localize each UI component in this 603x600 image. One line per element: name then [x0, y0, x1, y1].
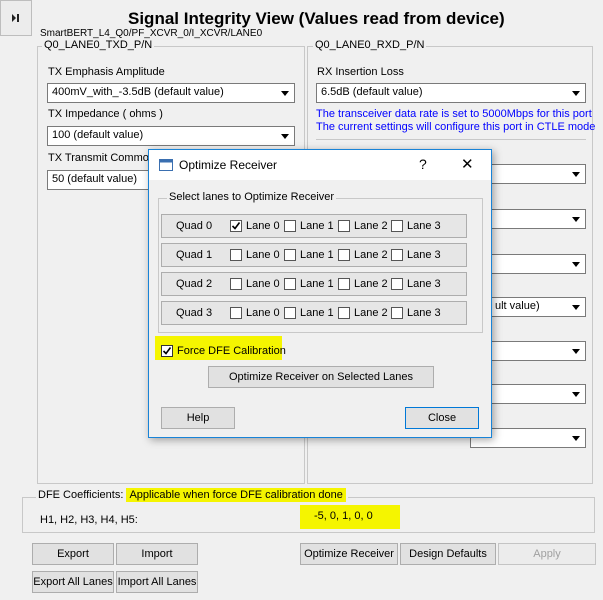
- optimize-receiver-dialog: Optimize Receiver ? ✕ Select lanes to Op…: [148, 149, 492, 438]
- chevron-down-icon: [572, 91, 580, 96]
- quad-row: Quad 1 Lane 0 Lane 1 Lane 2 Lane 3: [161, 243, 467, 267]
- lane-checkbox[interactable]: [284, 220, 296, 232]
- tx-group-title: Q0_LANE0_TXD_P/N: [42, 39, 155, 51]
- dfe-coef-values: -5, 0, 1, 0, 0: [314, 510, 373, 522]
- lane-label: Lane 1: [300, 249, 334, 261]
- chevron-down-icon: [572, 217, 580, 222]
- export-button[interactable]: Export: [32, 543, 114, 565]
- play-pause-icon: [12, 14, 19, 22]
- quad-label: Quad 0: [176, 220, 213, 232]
- dfe-coef-highlight: -5, 0, 1, 0, 0: [300, 505, 400, 529]
- lane-label: Lane 3: [407, 278, 441, 290]
- lane-label: Lane 0: [246, 249, 280, 261]
- device-path: SmartBERT_L4_Q0/PF_XCVR_0/I_XCVR/LANE0: [40, 28, 263, 39]
- lane-label: Lane 2: [354, 220, 388, 232]
- lane-label: Lane 3: [407, 307, 441, 319]
- export-all-button[interactable]: Export All Lanes: [32, 571, 114, 593]
- lane-label: Lane 3: [407, 249, 441, 261]
- lane-checkbox[interactable]: [338, 249, 350, 261]
- apply-button[interactable]: Apply: [498, 543, 596, 565]
- lane-label: Lane 0: [246, 220, 280, 232]
- lane-label: Lane 1: [300, 307, 334, 319]
- rx-insertion-label: RX Insertion Loss: [317, 66, 404, 78]
- chevron-down-icon: [572, 392, 580, 397]
- close-button[interactable]: Close: [405, 407, 479, 429]
- lane-label: Lane 2: [354, 278, 388, 290]
- close-icon[interactable]: ✕: [461, 155, 474, 173]
- lane-checkbox[interactable]: [284, 307, 296, 319]
- lanes-group-title: Select lanes to Optimize Receiver: [167, 191, 337, 203]
- optimize-selected-button[interactable]: Optimize Receiver on Selected Lanes: [208, 366, 434, 388]
- lane-checkbox[interactable]: [391, 249, 403, 261]
- quad-label: Quad 3: [176, 307, 213, 319]
- lane-label: Lane 2: [354, 249, 388, 261]
- lane-label: Lane 1: [300, 220, 334, 232]
- quad-label: Quad 1: [176, 249, 213, 261]
- tx-common-label: TX Transmit Common: [48, 152, 155, 164]
- rx-info-line1: The transceiver data rate is set to 5000…: [316, 108, 592, 120]
- dfe-group-title: DFE Coefficients: Applicable when force …: [36, 488, 348, 502]
- chevron-down-icon: [572, 172, 580, 177]
- dfe-note: Applicable when force DFE calibration do…: [126, 488, 346, 502]
- help-button[interactable]: Help: [161, 407, 235, 429]
- checkmark-icon: [162, 347, 172, 355]
- page-title: Signal Integrity View (Values read from …: [128, 9, 505, 28]
- collapse-toggle-button[interactable]: [0, 0, 32, 36]
- optimize-receiver-button[interactable]: Optimize Receiver: [300, 543, 398, 565]
- lane-checkbox[interactable]: [391, 307, 403, 319]
- checkmark-icon: [231, 222, 241, 230]
- lane-checkbox[interactable]: [338, 307, 350, 319]
- chevron-down-icon: [572, 262, 580, 267]
- quad-row: Quad 2 Lane 0 Lane 1 Lane 2 Lane 3: [161, 272, 467, 296]
- quad-label: Quad 2: [176, 278, 213, 290]
- rx-divider: [316, 139, 586, 140]
- lane-label: Lane 3: [407, 220, 441, 232]
- lane-label: Lane 0: [246, 278, 280, 290]
- lane-checkbox[interactable]: [284, 278, 296, 290]
- quad-row: Quad 0 Lane 0 Lane 1 Lane 2 Lane 3: [161, 214, 467, 238]
- quad-row: Quad 3 Lane 0 Lane 1 Lane 2 Lane 3: [161, 301, 467, 325]
- dfe-title-label: DFE Coefficients:: [38, 489, 127, 501]
- chevron-down-icon: [572, 349, 580, 354]
- rx-insertion-select[interactable]: 6.5dB (default value): [316, 83, 586, 103]
- lane-label: Lane 1: [300, 278, 334, 290]
- force-dfe-label: Force DFE Calibration: [177, 345, 286, 357]
- import-all-button[interactable]: Import All Lanes: [116, 571, 198, 593]
- tx-common-value: 50 (default value): [52, 173, 137, 185]
- lane-checkbox[interactable]: [338, 220, 350, 232]
- tx-emphasis-label: TX Emphasis Amplitude: [48, 66, 165, 78]
- lane-checkbox[interactable]: [230, 220, 242, 232]
- lane-checkbox[interactable]: [230, 278, 242, 290]
- dialog-title: Optimize Receiver: [179, 158, 278, 172]
- rx-info-line2: The current settings will configure this…: [316, 121, 596, 133]
- lane-checkbox[interactable]: [230, 307, 242, 319]
- import-button[interactable]: Import: [116, 543, 198, 565]
- chevron-down-icon: [281, 134, 289, 139]
- chevron-down-icon: [572, 436, 580, 441]
- rx-insertion-value: 6.5dB (default value): [321, 86, 423, 98]
- dialog-titlebar: Optimize Receiver ? ✕: [149, 150, 491, 180]
- tx-impedance-label: TX Impedance ( ohms ): [48, 108, 163, 120]
- tx-emphasis-select[interactable]: 400mV_with_-3.5dB (default value): [47, 83, 295, 103]
- chevron-down-icon: [572, 305, 580, 310]
- rx-group-title: Q0_LANE0_RXD_P/N: [313, 39, 427, 51]
- lane-checkbox[interactable]: [230, 249, 242, 261]
- dfe-coef-label: H1, H2, H3, H4, H5:: [40, 514, 138, 526]
- lane-checkbox[interactable]: [391, 220, 403, 232]
- help-icon[interactable]: ?: [419, 156, 427, 172]
- lane-checkbox[interactable]: [391, 278, 403, 290]
- force-dfe-checkbox[interactable]: [161, 345, 173, 357]
- tx-impedance-value: 100 (default value): [52, 129, 144, 141]
- window-app-icon: [159, 159, 173, 171]
- tx-emphasis-value: 400mV_with_-3.5dB (default value): [52, 86, 224, 98]
- lane-checkbox[interactable]: [284, 249, 296, 261]
- design-defaults-button[interactable]: Design Defaults: [400, 543, 496, 565]
- tx-impedance-select[interactable]: 100 (default value): [47, 126, 295, 146]
- chevron-down-icon: [281, 91, 289, 96]
- lane-label: Lane 0: [246, 307, 280, 319]
- lane-label: Lane 2: [354, 307, 388, 319]
- lane-checkbox[interactable]: [338, 278, 350, 290]
